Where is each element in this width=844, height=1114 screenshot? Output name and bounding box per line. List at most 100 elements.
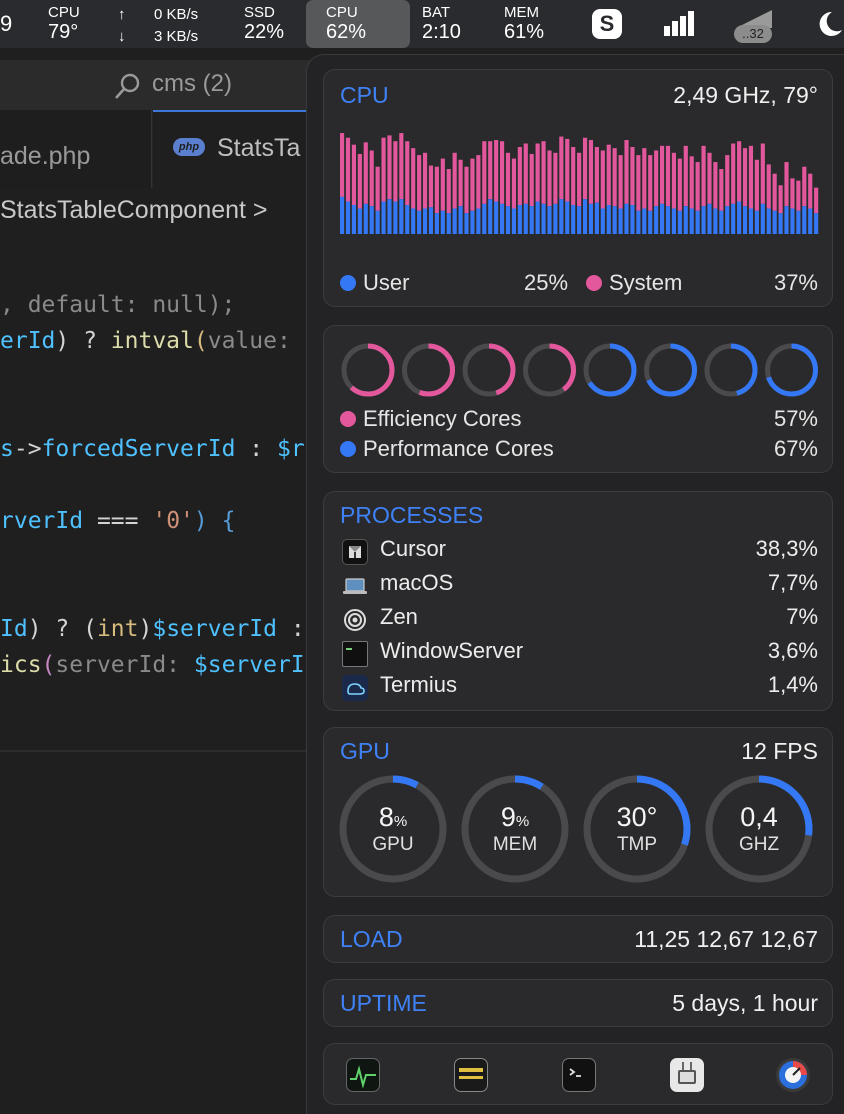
- cpu-system-bar: [654, 150, 659, 207]
- process-value: 1,4%: [767, 672, 818, 697]
- process-row[interactable]: macOS 7,7%: [340, 570, 818, 600]
- cpu-system-bar: [612, 148, 617, 207]
- terminal-icon[interactable]: [562, 1058, 596, 1092]
- stats-icon[interactable]: [776, 1058, 810, 1092]
- process-name: Termius: [380, 672, 458, 697]
- process-value: 7,7%: [767, 570, 818, 595]
- gauge-label: GPU: [372, 834, 414, 855]
- load-card: LOAD 11,25 12,67 12,67: [323, 915, 833, 963]
- cpu-system-bar: [440, 158, 445, 211]
- process-name: Zen: [380, 604, 418, 629]
- cpu-system-bar: [695, 162, 700, 211]
- cpu-system-bar: [523, 143, 528, 204]
- process-row[interactable]: Cursor 38,3%: [340, 536, 818, 566]
- skype-letter: S: [599, 11, 615, 36]
- cpu-user-bar: [340, 196, 345, 234]
- zen-icon: [342, 607, 368, 633]
- code-line: rverId === '0') {: [0, 508, 236, 534]
- breadcrumb[interactable]: StatsTableComponent >: [0, 196, 268, 225]
- cpu-system-bar: [476, 155, 481, 209]
- cpu-user-bar: [351, 205, 356, 234]
- process-row[interactable]: WindowServer 3,6%: [340, 638, 818, 668]
- cpu-user-bar: [381, 201, 386, 234]
- signal-bars-icon[interactable]: [662, 10, 698, 38]
- cpu-system-bar: [535, 143, 540, 202]
- gauge-value: 9%: [500, 802, 530, 832]
- menubar-cpu-temp[interactable]: CPU 79°: [48, 4, 80, 43]
- cpu-user-bar: [553, 203, 558, 234]
- cpu-system-bar: [494, 140, 499, 202]
- cpu-system-bar: [345, 137, 351, 202]
- cpu-user-bar: [677, 210, 682, 234]
- cpu-system-bar: [363, 142, 368, 204]
- cpu-system-bar: [689, 156, 694, 209]
- cpu-system-bar: [340, 133, 345, 197]
- gpu-memory-gauge: 9% MEM: [460, 774, 570, 884]
- php-icon: php: [173, 138, 205, 156]
- cpu-user-bar: [689, 208, 694, 234]
- cpu-user-bar: [618, 208, 623, 234]
- cpu-system-bar: [600, 150, 605, 209]
- stats-popup: CPU 2,49 GHz, 79° User 25% System 37% Ef…: [306, 54, 844, 1114]
- cpu-user-bar: [500, 203, 505, 234]
- cpu-user-bar: [434, 213, 439, 234]
- termius-icon: [342, 675, 368, 701]
- code-line: erId) ? intval(value:: [0, 328, 291, 354]
- search-title[interactable]: cms (2): [152, 70, 232, 98]
- cpu-system-bar: [660, 145, 665, 204]
- cpu-system-bar: [505, 152, 511, 207]
- cpu-system-bar: [500, 141, 505, 204]
- menubar-network[interactable]: ↑ 0 KB/s ↓ 3 KB/s: [118, 4, 198, 48]
- cpu-user-bar: [772, 210, 777, 234]
- system-dot: [586, 275, 602, 291]
- cpu-system-bar: [565, 138, 570, 202]
- moon-icon[interactable]: [814, 10, 844, 38]
- tab-statstable[interactable]: php StatsTa: [153, 110, 313, 188]
- cpu-user-bar: [428, 207, 434, 234]
- uptime-value: 5 days, 1 hour: [672, 990, 818, 1016]
- efficiency-cores-legend: Efficiency Cores: [340, 406, 522, 432]
- cpu-system-bar: [577, 152, 582, 207]
- cpu-user-bar: [778, 213, 783, 234]
- cpu-system-bar: [772, 173, 777, 211]
- cpu-system-bar: [713, 162, 718, 209]
- cpu-user-bar: [529, 206, 534, 234]
- cpu-user-bar: [345, 201, 351, 234]
- notification-badge: ..32: [734, 25, 772, 43]
- menubar-cpu-usage[interactable]: CPU 62%: [326, 4, 366, 43]
- editor-titlebar: cms (2): [0, 60, 310, 110]
- window-server-icon: [342, 641, 368, 667]
- ssd-value: 22%: [244, 21, 285, 43]
- tab-label: StatsTa: [217, 134, 301, 162]
- tab-facade-php[interactable]: ade.php: [0, 110, 152, 188]
- cpu-system-bar: [553, 152, 558, 204]
- cpu-system-bar: [529, 153, 534, 207]
- process-row[interactable]: Termius 1,4%: [340, 672, 818, 702]
- cpu-card: CPU 2,49 GHz, 79° User 25% System 37%: [323, 69, 833, 307]
- memory-value: 61%: [504, 21, 545, 43]
- cpu-system-bar: [671, 152, 676, 209]
- activity-monitor-icon[interactable]: [346, 1058, 380, 1092]
- cpu-system-bar: [559, 136, 564, 200]
- process-row[interactable]: Zen 7%: [340, 604, 818, 634]
- menu-bar: 9 CPU 79° ↑ 0 KB/s ↓ 3 KB/s SSD 22% CPU 62…: [0, 0, 844, 48]
- console-icon[interactable]: [454, 1058, 488, 1092]
- cpu-user-bar: [790, 208, 795, 234]
- performance-cores-value: 67%: [773, 436, 818, 461]
- cpu-user-bar: [660, 203, 665, 234]
- skype-icon[interactable]: S: [592, 9, 622, 39]
- cpu-user-bar: [458, 206, 463, 234]
- quick-launch-toolbar: [323, 1043, 833, 1105]
- cpu-user-bar: [494, 201, 499, 234]
- menubar-battery[interactable]: BAT 2:10: [422, 4, 461, 43]
- search-icon[interactable]: [112, 72, 142, 102]
- cpu-temp-value: 79°: [48, 21, 79, 43]
- menubar-ssd[interactable]: SSD 22%: [244, 4, 284, 43]
- ssd-label: SSD: [244, 4, 275, 21]
- cpu-user-bar: [742, 206, 748, 234]
- cpu-system-bar: [381, 137, 386, 202]
- cpu-system-bar: [624, 140, 629, 204]
- menubar-memory[interactable]: MEM 61%: [504, 4, 544, 43]
- system-information-icon[interactable]: [670, 1058, 704, 1092]
- cpu-user-bar: [565, 201, 570, 234]
